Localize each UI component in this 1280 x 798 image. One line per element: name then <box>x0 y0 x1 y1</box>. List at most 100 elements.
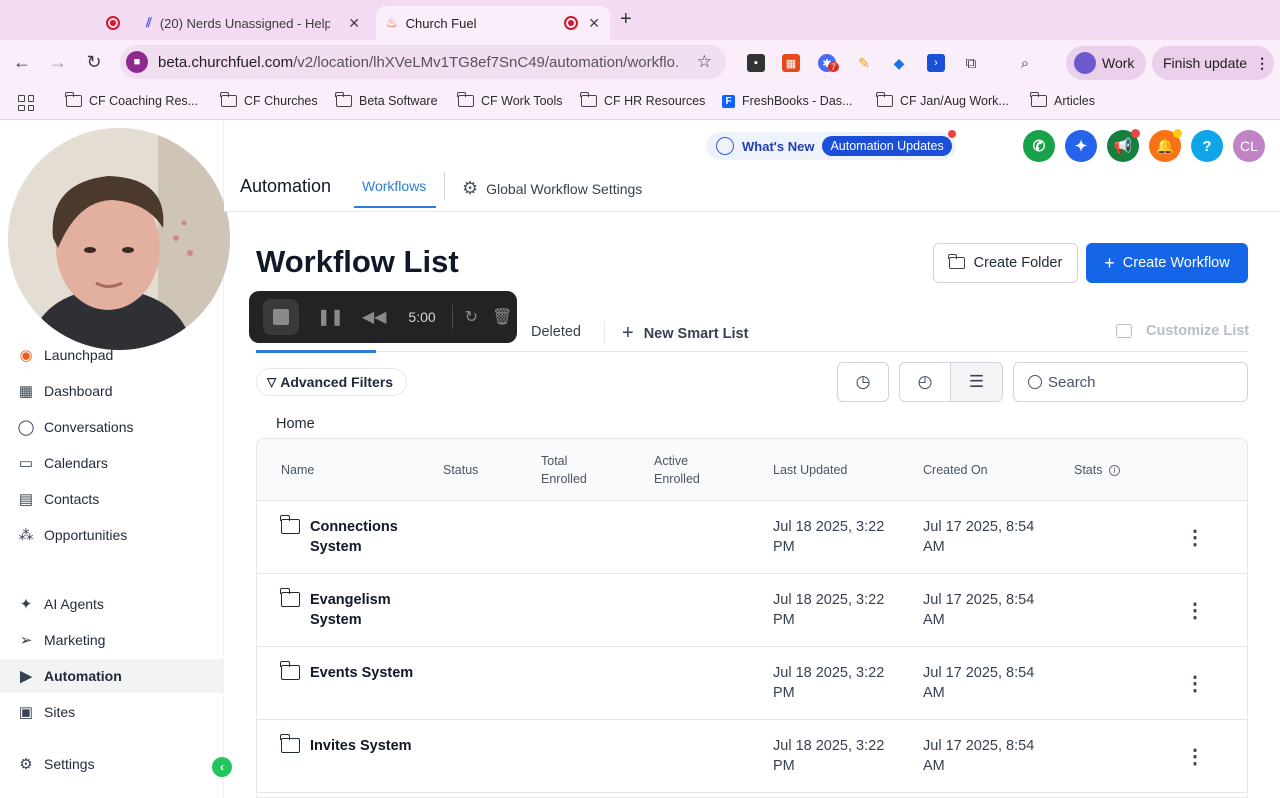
user-avatar-button[interactable]: CL <box>1233 130 1265 162</box>
ai-assistant-button[interactable]: ✦ <box>1065 130 1097 162</box>
table-row[interactable]: Evangelism System Jul 18 2025, 3:22 PM J… <box>257 574 1247 647</box>
finish-update-button[interactable]: Finish update ⋮ <box>1152 46 1274 80</box>
collapse-sidebar-button[interactable]: ‹ <box>212 757 232 777</box>
bookmark-item[interactable]: CF Coaching Res... <box>65 92 198 108</box>
sidebar-item-calendars[interactable]: ▭ Calendars <box>0 446 224 480</box>
clock-view-button[interactable]: ◴ <box>899 362 951 402</box>
column-header-created-on[interactable]: Created On <box>923 461 988 479</box>
address-bar[interactable]: ■ beta.churchfuel.com/v2/location/lhXVeL… <box>120 45 726 79</box>
profile-button[interactable]: Work <box>1066 46 1146 80</box>
more-vertical-icon[interactable]: ⋮ <box>1185 744 1205 769</box>
screen-recorder-bar: ❚❚ ◀◀ 5:00 ↻ 🗑 <box>249 291 517 343</box>
new-smart-list-button[interactable]: + New Smart List <box>622 322 748 345</box>
bookmark-item[interactable]: CF HR Resources <box>580 92 705 108</box>
user-initials: CL <box>1240 138 1258 154</box>
sidebar-item-dashboard[interactable]: ▦ Dashboard <box>0 374 224 408</box>
more-vertical-icon[interactable]: ⋮ <box>1185 598 1205 623</box>
sidebar-item-automation[interactable]: ▶ Automation <box>0 659 224 693</box>
advanced-filters-button[interactable]: ▽ Advanced Filters <box>256 368 407 396</box>
sidebar-item-conversations[interactable]: ◯ Conversations <box>0 410 224 444</box>
bookmark-item[interactable]: CF Work Tools <box>457 92 563 108</box>
bookmark-item[interactable]: Articles <box>1030 92 1095 108</box>
history-button[interactable]: ◷ <box>837 362 889 402</box>
apps-grid-icon[interactable] <box>18 95 34 111</box>
tab-search-icon[interactable]: ⌕ <box>1016 54 1034 72</box>
extension-calendar-icon[interactable]: ▦ <box>782 54 800 72</box>
announcements-button[interactable]: 📢 <box>1107 129 1140 162</box>
close-tab-icon[interactable]: ✕ <box>588 15 600 32</box>
new-tab-icon[interactable]: + <box>620 8 632 31</box>
column-header-status[interactable]: Status <box>443 461 478 479</box>
extension-screen-icon[interactable]: ▪ <box>747 54 765 72</box>
sidebar-item-ai-agents[interactable]: ✦ AI Agents <box>0 587 224 621</box>
list-tabs-divider <box>256 351 1248 352</box>
phone-button[interactable]: ✆ <box>1023 130 1055 162</box>
column-header-stats[interactable]: Stats i <box>1074 461 1120 479</box>
column-header-total-enrolled[interactable]: Total Enrolled <box>541 452 587 488</box>
more-vertical-icon[interactable]: ⋮ <box>1185 525 1205 550</box>
camera-icon[interactable]: ■ <box>126 51 148 73</box>
column-header-name[interactable]: Name <box>281 461 314 479</box>
whats-new-icon <box>716 137 734 155</box>
puzzle-icon[interactable]: ⧉ <box>962 54 980 72</box>
forward-arrow-icon[interactable]: → <box>47 52 69 73</box>
column-header-active-enrolled[interactable]: Active Enrolled <box>654 452 700 488</box>
url-text: beta.churchfuel.com/v2/location/lhXVeLMv… <box>158 53 678 71</box>
sidebar-item-marketing[interactable]: ➢ Marketing <box>0 623 224 657</box>
sidebar-item-contacts[interactable]: ▤ Contacts <box>0 482 224 516</box>
browser-tab-helpdesk[interactable]: ⫽ (20) Nerds Unassigned - Help ✕ <box>136 6 370 40</box>
automation-updates-pill[interactable]: Automation Updates <box>822 136 952 156</box>
table-row[interactable]: Events System Jul 18 2025, 3:22 PM Jul 1… <box>257 647 1247 720</box>
folder-name-cell[interactable]: Evangelism System <box>280 588 420 630</box>
bookmark-item[interactable]: Beta Software <box>335 92 438 108</box>
sidebar-item-opportunities[interactable]: ⁂ Opportunities <box>0 518 224 552</box>
more-vertical-icon[interactable]: ⋮ <box>1185 671 1205 696</box>
bookmark-item[interactable]: CF Jan/Aug Work... <box>876 92 1009 108</box>
table-row[interactable]: Invites System Jul 18 2025, 3:22 PM Jul … <box>257 720 1247 793</box>
tab-global-workflow-settings[interactable]: ⚙ Global Workflow Settings <box>462 178 642 199</box>
column-header-last-updated[interactable]: Last Updated <box>773 461 847 479</box>
search-input[interactable] <box>1048 373 1228 391</box>
tab-workflows[interactable]: Workflows <box>362 178 426 194</box>
reload-icon[interactable]: ↻ <box>83 52 105 73</box>
recording-tab[interactable] <box>96 6 136 40</box>
terminal-icon[interactable]: › <box>927 54 945 72</box>
rewind-icon[interactable]: ◀◀ <box>362 307 387 327</box>
customize-list-button[interactable]: Customize List <box>1116 323 1249 339</box>
tab-deleted[interactable]: Deleted <box>531 324 581 340</box>
search-icon <box>1028 375 1042 389</box>
folder-name-cell[interactable]: Connections System <box>280 515 420 557</box>
pen-icon[interactable]: ✎ <box>855 54 873 72</box>
tag-icon[interactable]: ◆ <box>890 54 908 72</box>
update-label: Finish update <box>1163 55 1248 71</box>
app-header: What's New Automation Updates ✆ ✦ 📢 🔔 ? … <box>224 120 1280 212</box>
table-row[interactable]: Connections System Jul 18 2025, 3:22 PM … <box>257 501 1247 574</box>
sidebar-item-settings[interactable]: ⚙ Settings <box>0 747 224 781</box>
bookmark-item[interactable]: F FreshBooks - Das... <box>722 94 852 108</box>
bookmark-star-icon[interactable]: ☆ <box>697 52 712 72</box>
browser-tab-church-fuel[interactable]: ♨ Church Fuel ✕ <box>376 6 610 40</box>
search-box[interactable] <box>1013 362 1248 402</box>
close-tab-icon[interactable]: ✕ <box>348 15 360 32</box>
info-icon[interactable]: i <box>1108 465 1120 477</box>
folder-name-cell[interactable]: Events System <box>280 661 420 683</box>
restart-icon[interactable]: ↻ <box>465 307 478 327</box>
back-arrow-icon[interactable]: ← <box>11 52 33 73</box>
folder-name-cell[interactable]: Invites System <box>280 734 420 756</box>
created-on-cell: Jul 17 2025, 8:54 AM <box>923 738 1035 774</box>
created-on-cell: Jul 17 2025, 8:54 AM <box>923 519 1035 555</box>
tab-separator <box>604 322 605 344</box>
create-folder-button[interactable]: Create Folder <box>933 243 1078 283</box>
breadcrumb[interactable]: Home <box>276 416 315 432</box>
stop-recording-button[interactable] <box>263 299 299 335</box>
list-view-button[interactable]: ☰ <box>950 362 1003 402</box>
pause-icon[interactable]: ❚❚ <box>317 307 344 327</box>
help-button[interactable]: ? <box>1191 130 1223 162</box>
trash-icon[interactable]: 🗑 <box>492 307 512 327</box>
create-workflow-button[interactable]: + Create Workflow <box>1086 243 1248 283</box>
whats-new-banner[interactable]: What's New Automation Updates <box>706 130 956 160</box>
browser-tab-strip: ⫽ (20) Nerds Unassigned - Help ✕ ♨ Churc… <box>0 0 1280 40</box>
notifications-button[interactable]: 🔔 <box>1149 129 1182 162</box>
sidebar-item-sites[interactable]: ▣ Sites <box>0 695 224 729</box>
bookmark-item[interactable]: CF Churches <box>220 92 318 108</box>
